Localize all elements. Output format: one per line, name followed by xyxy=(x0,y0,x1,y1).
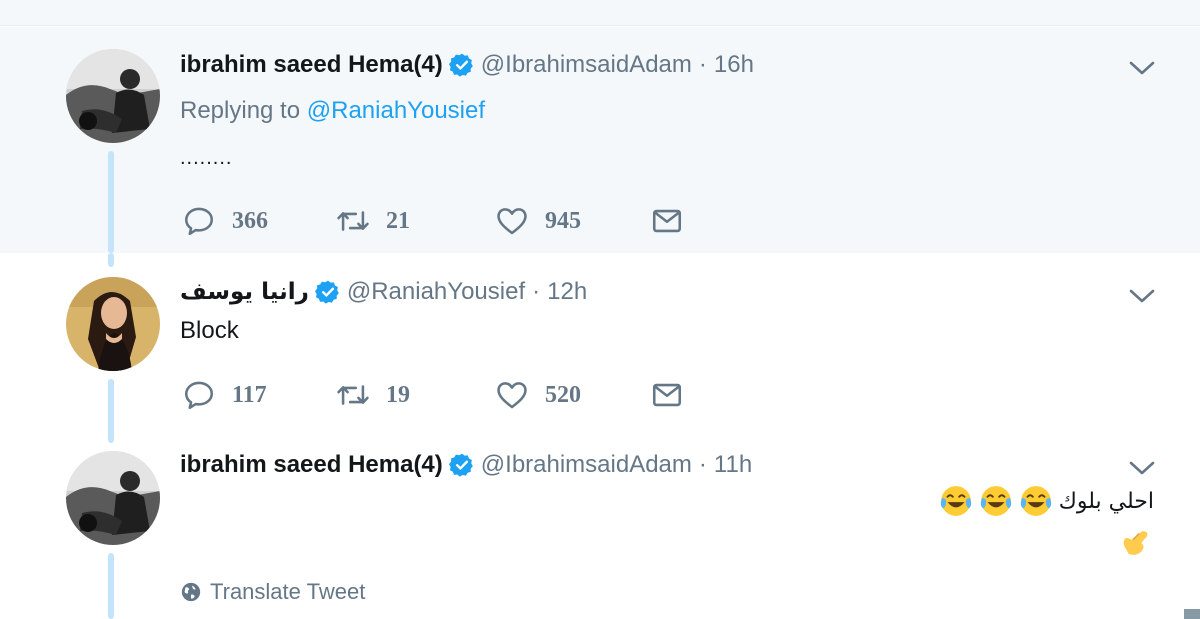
avatar-ibrahim[interactable] xyxy=(66,451,160,545)
retweet-icon xyxy=(337,385,369,405)
tweet-ibrahim-2[interactable]: ibrahim saeed Hema(4) @IbrahimsaidAdam ·… xyxy=(0,443,1200,619)
timeline-top-divider xyxy=(0,0,1200,26)
reply-button[interactable]: 366 xyxy=(182,203,268,239)
like-button[interactable]: 520 xyxy=(495,377,581,413)
chevron-down-icon[interactable] xyxy=(1128,59,1156,77)
thread-connector-line xyxy=(108,151,114,253)
tweet-header: ibrahim saeed Hema(4) @IbrahimsaidAdam ·… xyxy=(180,450,752,480)
tweet-raniah[interactable]: رانيا يوسف @RaniahYousief · 12h Block 11… xyxy=(0,253,1200,443)
display-name[interactable]: ibrahim saeed Hema(4) xyxy=(180,51,443,79)
thread-connector-line xyxy=(108,253,114,267)
tweet-header: ibrahim saeed Hema(4) @IbrahimsaidAdam ·… xyxy=(180,50,754,80)
replying-to-label: Replying to xyxy=(180,97,301,124)
globe-icon xyxy=(181,582,201,602)
reply-icon xyxy=(184,207,214,236)
replying-to-line: Replying to @RaniahYousief xyxy=(180,97,485,125)
reply-button[interactable]: 117 xyxy=(182,377,267,413)
like-icon xyxy=(497,382,527,409)
face-tears-of-joy-icon xyxy=(940,486,971,516)
thread-connector-line xyxy=(108,553,114,619)
retweet-button[interactable]: 19 xyxy=(336,377,410,413)
direct-message-button[interactable] xyxy=(650,203,684,239)
retweet-count: 19 xyxy=(386,381,410,408)
translate-tweet-link[interactable]: Translate Tweet xyxy=(180,579,365,605)
reply-count: 117 xyxy=(232,381,267,408)
face-tears-of-joy-icon xyxy=(980,486,1011,516)
like-count: 520 xyxy=(545,381,581,408)
retweet-button[interactable]: 21 xyxy=(336,203,410,239)
thread-connector-line xyxy=(108,379,114,443)
avatar-raniah[interactable] xyxy=(66,277,160,371)
reply-icon xyxy=(184,381,214,410)
chevron-down-icon[interactable] xyxy=(1128,287,1156,305)
reply-mention-link[interactable]: @RaniahYousief xyxy=(307,97,485,124)
separator-dot: · xyxy=(698,51,707,78)
tweet-text-row: احلي بلوك xyxy=(939,484,1154,518)
direct-message-button[interactable] xyxy=(650,377,684,413)
tweet-text: Block xyxy=(180,317,239,344)
call-me-hand-icon xyxy=(1123,531,1148,555)
verified-icon xyxy=(448,453,473,477)
face-tears-of-joy-icon xyxy=(1020,486,1051,516)
timestamp[interactable]: 11h xyxy=(714,451,752,479)
username-handle[interactable]: @IbrahimsaidAdam xyxy=(481,51,692,79)
display-name[interactable]: رانيا يوسف xyxy=(180,279,309,305)
tweet-header: رانيا يوسف @RaniahYousief · 12h xyxy=(180,277,587,307)
message-icon xyxy=(652,383,682,407)
separator-dot: · xyxy=(532,278,541,305)
username-handle[interactable]: @RaniahYousief xyxy=(347,278,525,306)
translate-label[interactable]: Translate Tweet xyxy=(210,579,365,605)
like-button[interactable]: 945 xyxy=(495,203,581,239)
timestamp[interactable]: 12h xyxy=(547,278,587,306)
retweet-count: 21 xyxy=(386,207,410,234)
separator-dot: · xyxy=(698,451,707,478)
reply-count: 366 xyxy=(232,207,268,234)
scroll-corner xyxy=(1184,609,1200,619)
chevron-down-icon[interactable] xyxy=(1128,459,1156,477)
verified-icon xyxy=(448,53,473,77)
tweet-text: ........ xyxy=(180,147,233,169)
avatar-ibrahim[interactable] xyxy=(66,49,160,143)
like-count: 945 xyxy=(545,207,581,234)
username-handle[interactable]: @IbrahimsaidAdam xyxy=(481,451,692,479)
verified-icon xyxy=(314,280,339,304)
like-icon xyxy=(497,208,527,235)
retweet-icon xyxy=(337,211,369,231)
tweet-text: احلي بلوك xyxy=(1058,488,1154,514)
tweet-ibrahim-1[interactable]: ibrahim saeed Hema(4) @IbrahimsaidAdam ·… xyxy=(0,27,1200,253)
message-icon xyxy=(652,209,682,233)
display-name[interactable]: ibrahim saeed Hema(4) xyxy=(180,451,443,479)
timestamp[interactable]: 16h xyxy=(714,51,754,79)
